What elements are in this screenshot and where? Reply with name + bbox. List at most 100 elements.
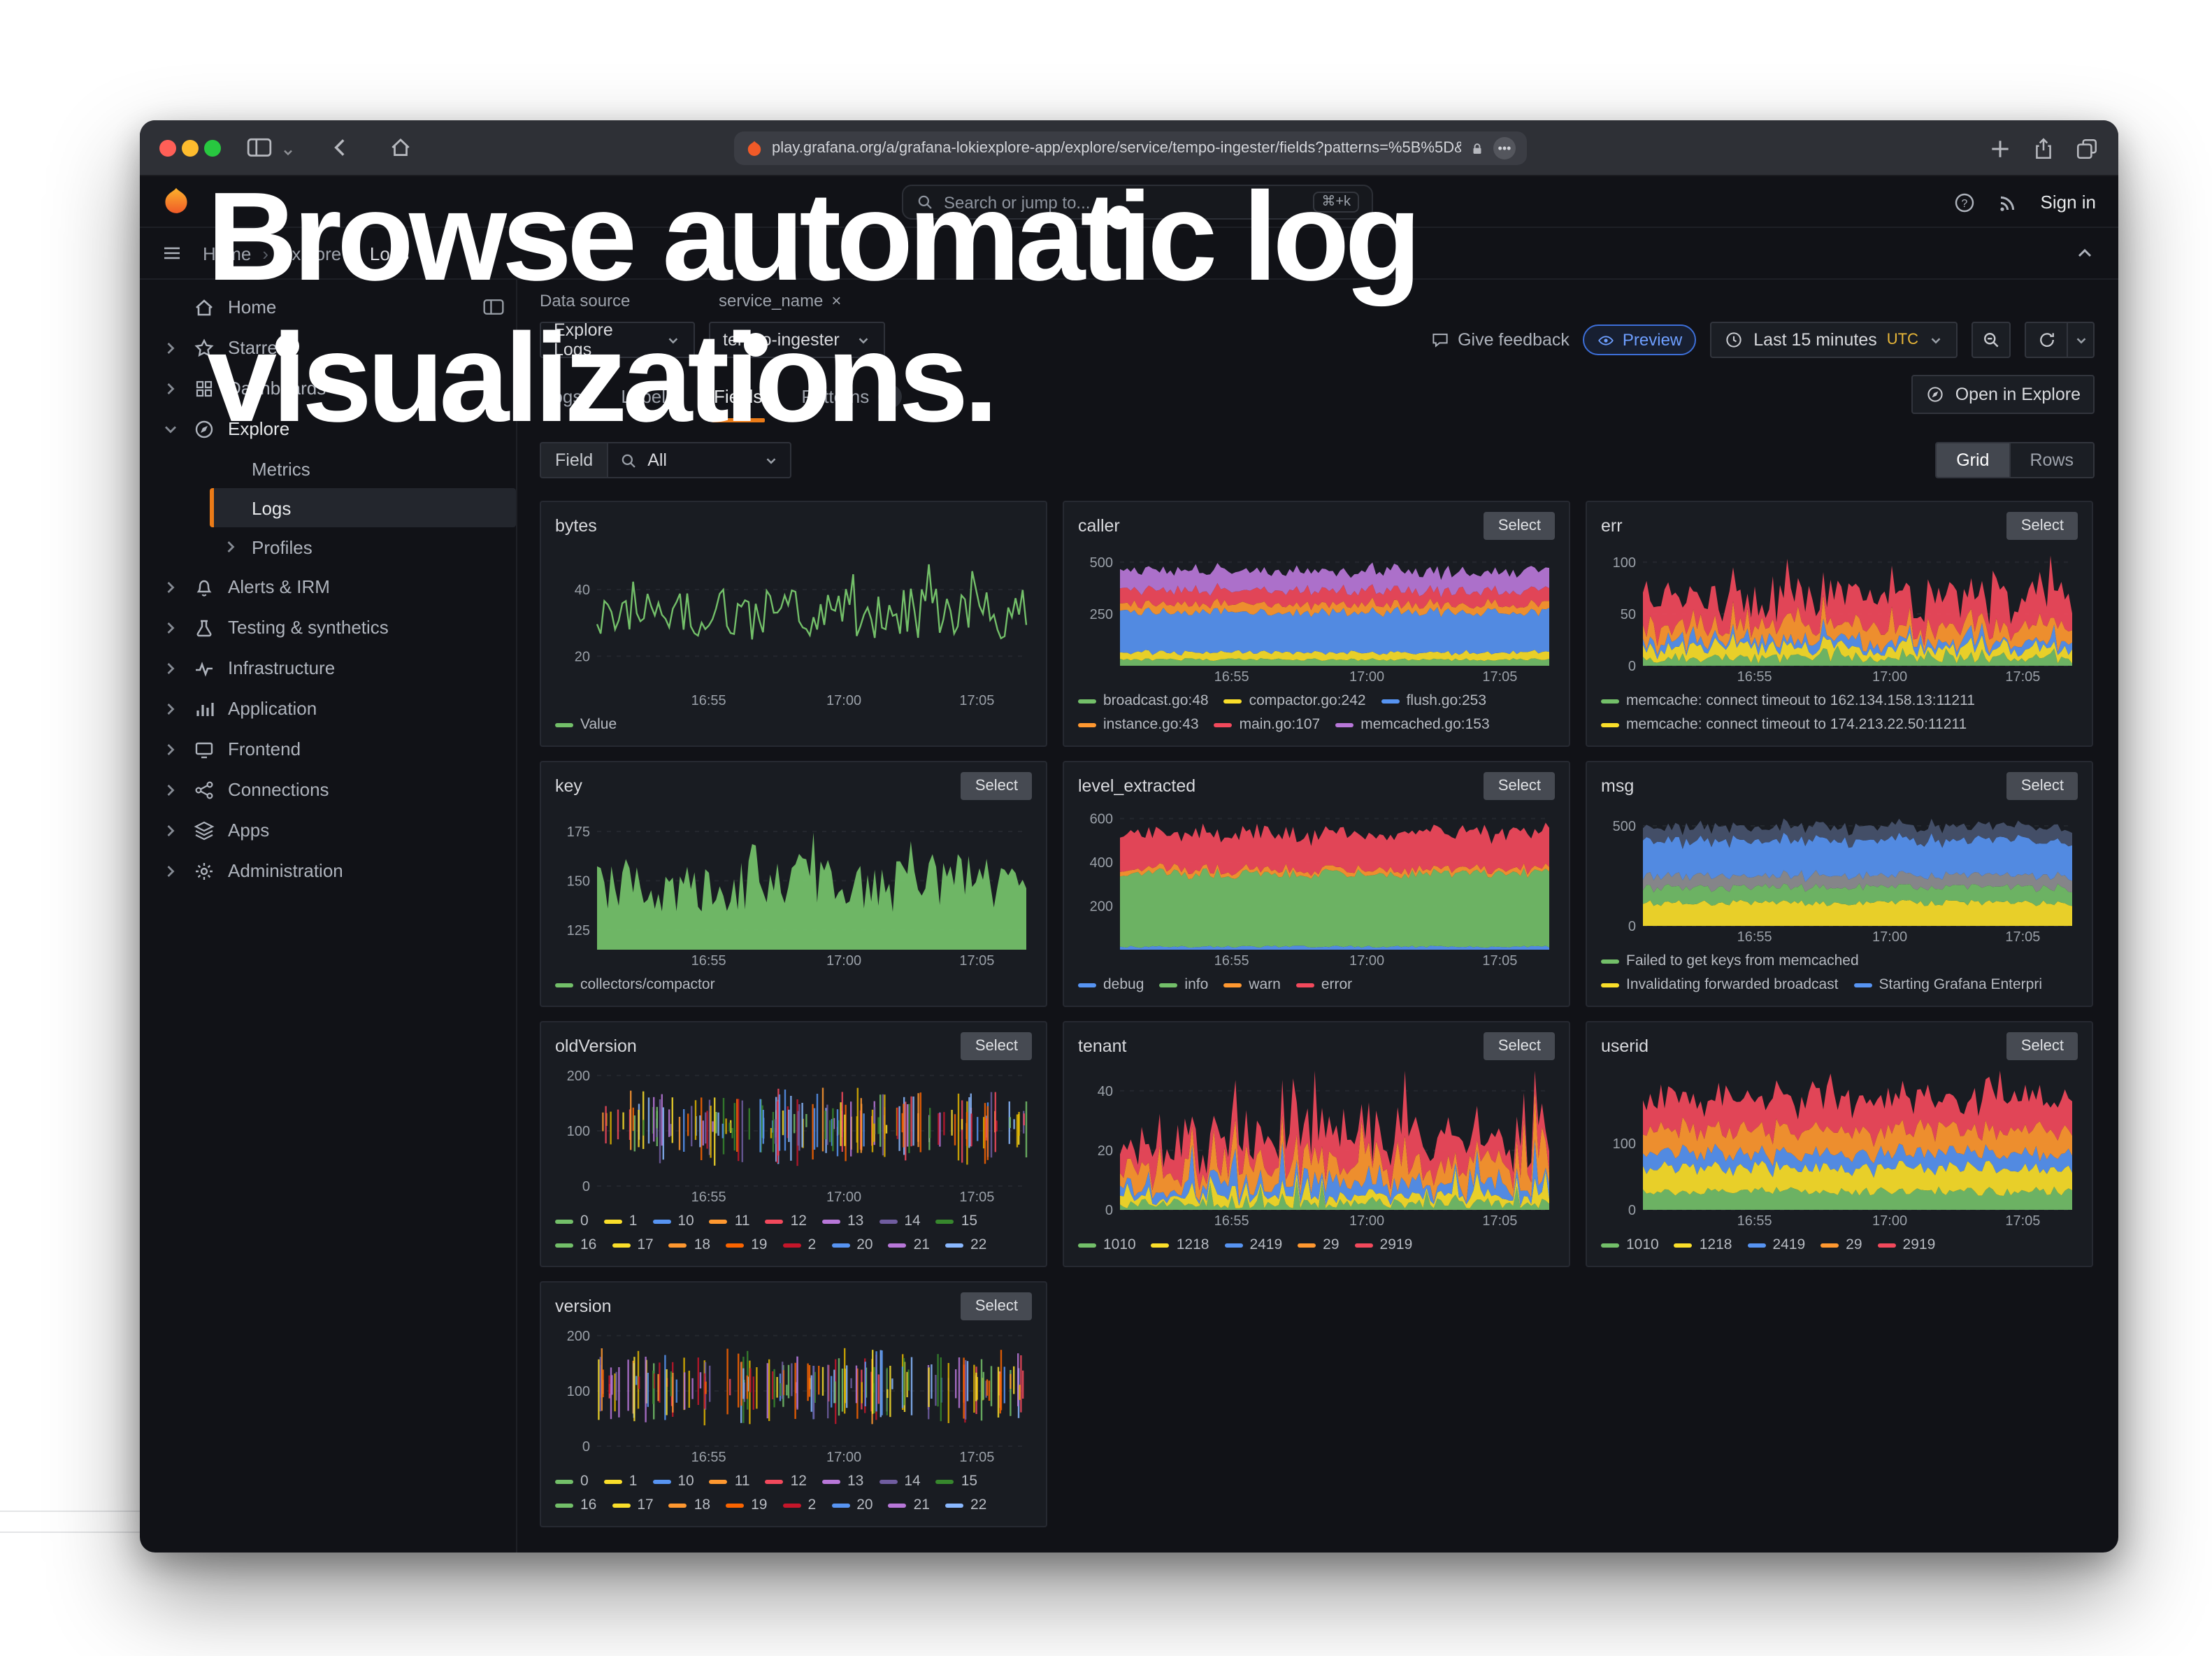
- panel-select-button[interactable]: Select: [1484, 512, 1555, 540]
- panel-select-button[interactable]: Select: [1484, 772, 1555, 800]
- legend-item[interactable]: 0: [555, 1211, 589, 1231]
- legend-item[interactable]: 29: [1298, 1235, 1339, 1255]
- legend-item[interactable]: 1010: [1601, 1235, 1659, 1255]
- sidebar-item-logs[interactable]: Logs: [210, 488, 516, 527]
- legend-item[interactable]: memcache: connect timeout to 174.213.22.…: [1601, 715, 1967, 734]
- panel-title[interactable]: version: [555, 1297, 612, 1316]
- legend-item[interactable]: 12: [766, 1211, 807, 1231]
- panel-title[interactable]: bytes: [555, 516, 597, 536]
- legend-item[interactable]: 2: [783, 1495, 817, 1515]
- legend-item[interactable]: 14: [879, 1211, 920, 1231]
- chevron-down-icon[interactable]: [281, 141, 295, 155]
- legend-item[interactable]: 15: [936, 1211, 977, 1231]
- chevron-right-icon[interactable]: [161, 861, 180, 880]
- legend-item[interactable]: Starting Grafana Enterpri: [1854, 975, 2042, 994]
- sidebar-item-frontend[interactable]: Frontend: [140, 729, 516, 769]
- legend-item[interactable]: warn: [1223, 975, 1281, 994]
- panel-title[interactable]: msg: [1601, 776, 1634, 796]
- legend-item[interactable]: 20: [831, 1235, 872, 1255]
- legend-item[interactable]: 22: [945, 1495, 986, 1515]
- panel-select-button[interactable]: Select: [2007, 1032, 2078, 1060]
- zoom-out-button[interactable]: [1972, 322, 2011, 358]
- chevron-right-icon[interactable]: [161, 780, 180, 799]
- chevron-right-icon[interactable]: [161, 618, 180, 637]
- chevron-right-icon[interactable]: [161, 378, 180, 398]
- legend-item[interactable]: 0: [555, 1471, 589, 1491]
- legend-item[interactable]: 29: [1820, 1235, 1862, 1255]
- legend-item[interactable]: Invalidating forwarded broadcast: [1601, 975, 1839, 994]
- legend-item[interactable]: 13: [822, 1471, 863, 1491]
- fullscreen-window-button[interactable]: [204, 139, 221, 156]
- legend-item[interactable]: 17: [612, 1495, 653, 1515]
- legend-item[interactable]: 10: [652, 1211, 694, 1231]
- panel-select-button[interactable]: Select: [961, 1032, 1032, 1060]
- panel-title[interactable]: tenant: [1078, 1036, 1127, 1056]
- chevron-right-icon[interactable]: [161, 338, 180, 357]
- panel-title[interactable]: oldVersion: [555, 1036, 637, 1056]
- chevron-right-icon[interactable]: [161, 699, 180, 718]
- panel-title[interactable]: err: [1601, 516, 1623, 536]
- more-options-icon[interactable]: •••: [1493, 137, 1516, 159]
- sidebar-item-testing-synthetics[interactable]: Testing & synthetics: [140, 607, 516, 648]
- legend-item[interactable]: 21: [889, 1235, 930, 1255]
- give-feedback-link[interactable]: Give feedback: [1430, 330, 1570, 350]
- browser-sidebar-toggle-icon[interactable]: [246, 136, 273, 159]
- legend-item[interactable]: 19: [726, 1495, 767, 1515]
- legend-item[interactable]: 22: [945, 1235, 986, 1255]
- sign-in-link[interactable]: Sign in: [2041, 192, 2097, 213]
- sidebar-item-alerts-irm[interactable]: Alerts & IRM: [140, 566, 516, 607]
- panel-select-button[interactable]: Select: [1484, 1032, 1555, 1060]
- panel-select-button[interactable]: Select: [961, 1292, 1032, 1320]
- help-icon[interactable]: ?: [1954, 191, 1976, 213]
- panel-select-button[interactable]: Select: [2007, 512, 2078, 540]
- sidebar-item-profiles[interactable]: Profiles: [210, 527, 516, 566]
- panel-title[interactable]: level_extracted: [1078, 776, 1195, 796]
- time-range-picker[interactable]: Last 15 minutes UTC: [1710, 322, 1958, 358]
- legend-item[interactable]: 11: [710, 1211, 750, 1231]
- chevron-right-icon[interactable]: [161, 739, 180, 759]
- panel-select-button[interactable]: Select: [961, 772, 1032, 800]
- share-icon[interactable]: [2032, 136, 2055, 160]
- legend-item[interactable]: 2419: [1224, 1235, 1282, 1255]
- legend-item[interactable]: collectors/compactor: [555, 975, 715, 994]
- back-icon[interactable]: [329, 136, 352, 159]
- legend-item[interactable]: 2919: [1878, 1235, 1936, 1255]
- legend-item[interactable]: broadcast.go:48: [1078, 691, 1209, 711]
- legend-item[interactable]: 18: [669, 1495, 710, 1515]
- close-window-button[interactable]: [159, 139, 176, 156]
- grid-view-button[interactable]: Grid: [1937, 443, 2009, 477]
- legend-item[interactable]: 16: [555, 1235, 596, 1255]
- legend-item[interactable]: 21: [889, 1495, 930, 1515]
- legend-item[interactable]: 16: [555, 1495, 596, 1515]
- legend-item[interactable]: 10: [652, 1471, 694, 1491]
- sidebar-item-application[interactable]: Application: [140, 688, 516, 729]
- legend-item[interactable]: flush.go:253: [1381, 691, 1486, 711]
- tab-overview-icon[interactable]: [2075, 136, 2099, 160]
- sidebar-item-apps[interactable]: Apps: [140, 810, 516, 850]
- sidebar-item-administration[interactable]: Administration: [140, 850, 516, 891]
- chevron-right-icon[interactable]: [161, 820, 180, 840]
- legend-item[interactable]: 18: [669, 1235, 710, 1255]
- legend-item[interactable]: 1218: [1674, 1235, 1732, 1255]
- minimize-window-button[interactable]: [182, 139, 199, 156]
- legend-item[interactable]: 12: [766, 1471, 807, 1491]
- legend-item[interactable]: 1: [604, 1211, 638, 1231]
- legend-item[interactable]: 2919: [1355, 1235, 1413, 1255]
- rss-icon[interactable]: [1997, 191, 2020, 213]
- legend-item[interactable]: 1218: [1151, 1235, 1209, 1255]
- legend-item[interactable]: instance.go:43: [1078, 715, 1199, 734]
- sidebar-item-metrics[interactable]: Metrics: [210, 449, 516, 488]
- chevron-up-icon[interactable]: [2074, 242, 2096, 264]
- new-tab-icon[interactable]: [1988, 136, 2012, 160]
- legend-item[interactable]: 13: [822, 1211, 863, 1231]
- panel-title[interactable]: userid: [1601, 1036, 1649, 1056]
- chevron-right-icon[interactable]: [161, 658, 180, 678]
- legend-item[interactable]: 2: [783, 1235, 817, 1255]
- grafana-logo-icon[interactable]: [161, 186, 192, 217]
- panel-title[interactable]: caller: [1078, 516, 1120, 536]
- panel-select-button[interactable]: Select: [2007, 772, 2078, 800]
- legend-item[interactable]: 11: [710, 1471, 750, 1491]
- rows-view-button[interactable]: Rows: [2009, 443, 2093, 477]
- legend-item[interactable]: info: [1159, 975, 1208, 994]
- panel-title[interactable]: key: [555, 776, 582, 796]
